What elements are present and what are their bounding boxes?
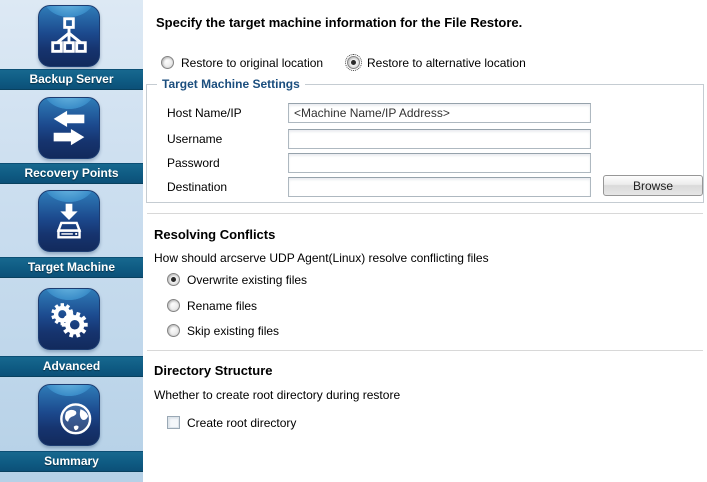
globe-icon (38, 384, 100, 446)
password-input[interactable] (288, 153, 591, 173)
sidebar-item-backup-server[interactable]: Backup Server (0, 69, 143, 90)
transfer-arrows-icon (38, 97, 100, 159)
destination-input[interactable] (288, 177, 591, 197)
username-row: Username (167, 129, 591, 149)
sidebar-item-target-machine[interactable]: Target Machine (0, 257, 143, 278)
radio-skip-existing-files[interactable]: Skip existing files (167, 323, 279, 338)
radio-label: Overwrite existing files (187, 273, 307, 287)
radio-icon[interactable] (161, 56, 174, 69)
create-root-directory-option[interactable]: Create root directory (167, 415, 296, 430)
radio-rename-files[interactable]: Rename files (167, 298, 257, 313)
sidebar-item-summary[interactable]: Summary (0, 451, 143, 472)
directory-structure-heading: Directory Structure (154, 363, 272, 378)
network-icon (38, 5, 100, 67)
host-name-row: Host Name/IP (167, 103, 591, 123)
resolving-conflicts-heading: Resolving Conflicts (154, 227, 275, 242)
fieldset-legend: Target Machine Settings (157, 77, 305, 91)
section-divider (147, 350, 703, 351)
sidebar-step-summary: Summary (0, 384, 143, 472)
radio-restore-original-location[interactable]: Restore to original location (161, 55, 323, 70)
host-name-label: Host Name/IP (167, 106, 288, 120)
radio-overwrite-existing-files[interactable]: Overwrite existing files (167, 272, 307, 287)
page-title: Specify the target machine information f… (156, 15, 522, 30)
target-machine-icon (38, 190, 100, 252)
radio-label: Skip existing files (187, 324, 279, 338)
radio-label: Restore to alternative location (367, 56, 526, 70)
browse-button[interactable]: Browse (603, 175, 703, 196)
directory-structure-description: Whether to create root directory during … (154, 388, 400, 402)
sidebar-step-advanced: Advanced (0, 288, 143, 377)
destination-label: Destination (167, 180, 288, 194)
sidebar-item-recovery-points[interactable]: Recovery Points (0, 163, 143, 184)
radio-icon[interactable] (167, 324, 180, 337)
checkbox-label: Create root directory (187, 416, 296, 430)
password-label: Password (167, 156, 288, 170)
resolving-conflicts-description: How should arcserve UDP Agent(Linux) res… (154, 251, 489, 265)
section-divider (147, 213, 703, 214)
create-root-directory-checkbox[interactable] (167, 416, 180, 429)
radio-icon[interactable] (167, 273, 180, 286)
username-input[interactable] (288, 129, 591, 149)
radio-label: Restore to original location (181, 56, 323, 70)
sidebar-item-advanced[interactable]: Advanced (0, 356, 143, 377)
sidebar-step-backup-server: Backup Server (0, 5, 143, 90)
radio-icon[interactable] (167, 299, 180, 312)
gears-icon (38, 288, 100, 350)
sidebar-step-recovery-points: Recovery Points (0, 97, 143, 184)
file-restore-wizard: Backup Server Recovery Points (0, 0, 707, 482)
host-name-input[interactable] (288, 103, 591, 123)
sidebar-step-target-machine: Target Machine (0, 190, 143, 278)
wizard-sidebar: Backup Server Recovery Points (0, 0, 143, 482)
username-label: Username (167, 132, 288, 146)
radio-label: Rename files (187, 299, 257, 313)
destination-row: Destination (167, 177, 591, 197)
radio-restore-alternative-location[interactable]: Restore to alternative location (347, 55, 526, 70)
password-row: Password (167, 153, 591, 173)
radio-icon[interactable] (347, 56, 360, 69)
